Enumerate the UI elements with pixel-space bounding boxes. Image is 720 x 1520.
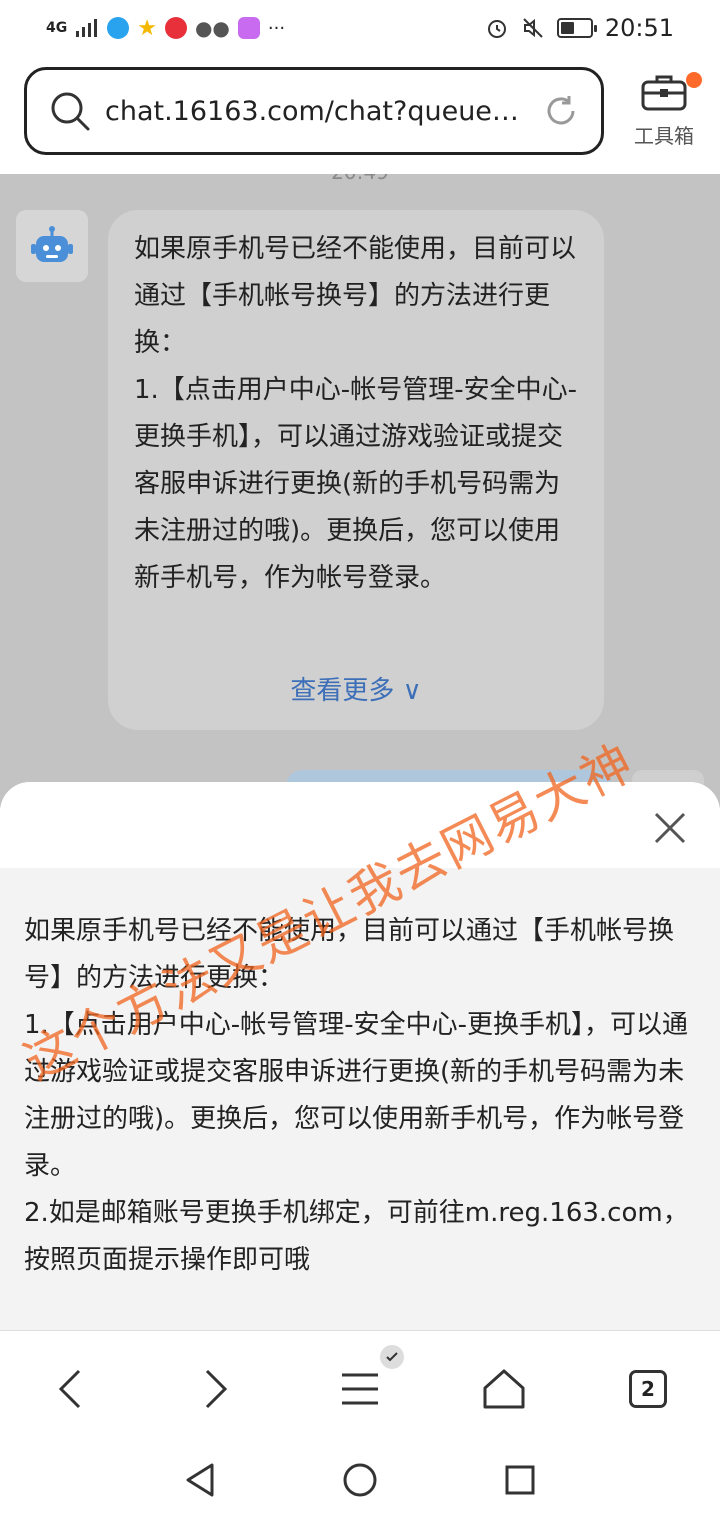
- url-text[interactable]: chat.16163.com/chat?queuena...: [105, 96, 525, 127]
- square-recents-icon: [505, 1465, 535, 1495]
- more-notifications-icon: ···: [267, 17, 286, 39]
- circle-home-icon: [343, 1463, 377, 1497]
- home-icon: [483, 1369, 525, 1409]
- system-recents-button[interactable]: [500, 1460, 540, 1500]
- robot-icon: [31, 226, 73, 262]
- bot-message-text: 如果原手机号已经不能使用，目前可以通过【手机帐号换号】的方法进行更换： 1.【点…: [134, 234, 577, 593]
- home-button[interactable]: [474, 1359, 534, 1419]
- sheet-body: 如果原手机号已经不能使用，目前可以通过【手机帐号换号】的方法进行更换： 1.【点…: [0, 868, 720, 1330]
- chat-area: 20:49 如果原手机号已经不能使用，目前可以通过【手机帐号换号】的方法进行更换…: [0, 174, 720, 814]
- menu-button[interactable]: [330, 1359, 390, 1419]
- reload-icon[interactable]: [543, 93, 579, 129]
- toolbox-button[interactable]: 工具箱: [626, 72, 702, 149]
- system-back-button[interactable]: [180, 1460, 220, 1500]
- browser-top-bar: chat.16163.com/chat?queuena... 工具箱: [0, 56, 720, 174]
- bot-avatar: [16, 210, 88, 282]
- clock: 20:51: [604, 14, 674, 42]
- signal-bars-icon: [76, 19, 98, 37]
- status-right: 20:51: [485, 14, 674, 42]
- alarm-icon: [487, 20, 506, 38]
- forward-icon: [205, 1369, 228, 1409]
- check-badge-icon: [380, 1345, 404, 1369]
- system-nav-bar: [0, 1440, 720, 1520]
- menu-icon: [342, 1373, 378, 1405]
- signal-icon: 4G: [46, 20, 68, 36]
- wechat-icon: ●●: [194, 16, 230, 40]
- tab-count: 2: [629, 1370, 667, 1408]
- see-more-link[interactable]: 查看更多 ∨: [108, 670, 604, 707]
- toolbox-icon: [641, 75, 687, 111]
- forward-button[interactable]: [186, 1359, 246, 1419]
- app-notification-icon: [107, 17, 130, 39]
- app-square-icon: [237, 17, 260, 39]
- star-app-icon: ★: [137, 15, 157, 41]
- mute-icon: [523, 18, 543, 38]
- target-app-icon: [164, 17, 187, 39]
- close-icon[interactable]: [646, 804, 694, 852]
- toolbox-label: 工具箱: [634, 124, 694, 148]
- browser-nav-bar: 2: [0, 1330, 720, 1440]
- status-left: 4G ★ ●● ···: [46, 16, 285, 41]
- address-bar[interactable]: chat.16163.com/chat?queuena...: [24, 67, 604, 155]
- full-message-text: 如果原手机号已经不能使用，目前可以通过【手机帐号换号】的方法进行更换： 1.【点…: [24, 916, 689, 1275]
- status-bar: 4G ★ ●● ··· 20:51: [0, 0, 720, 56]
- triangle-back-icon: [186, 1463, 214, 1497]
- battery-icon: [556, 18, 597, 38]
- back-icon: [58, 1369, 81, 1409]
- system-home-button[interactable]: [340, 1460, 380, 1500]
- message-timestamp: 20:49: [0, 174, 720, 184]
- bot-message-bubble: 如果原手机号已经不能使用，目前可以通过【手机帐号换号】的方法进行更换： 1.【点…: [108, 210, 604, 730]
- search-icon: [51, 92, 90, 131]
- back-button[interactable]: [40, 1359, 100, 1419]
- tabs-button[interactable]: 2: [618, 1359, 678, 1419]
- notification-dot: [686, 72, 702, 88]
